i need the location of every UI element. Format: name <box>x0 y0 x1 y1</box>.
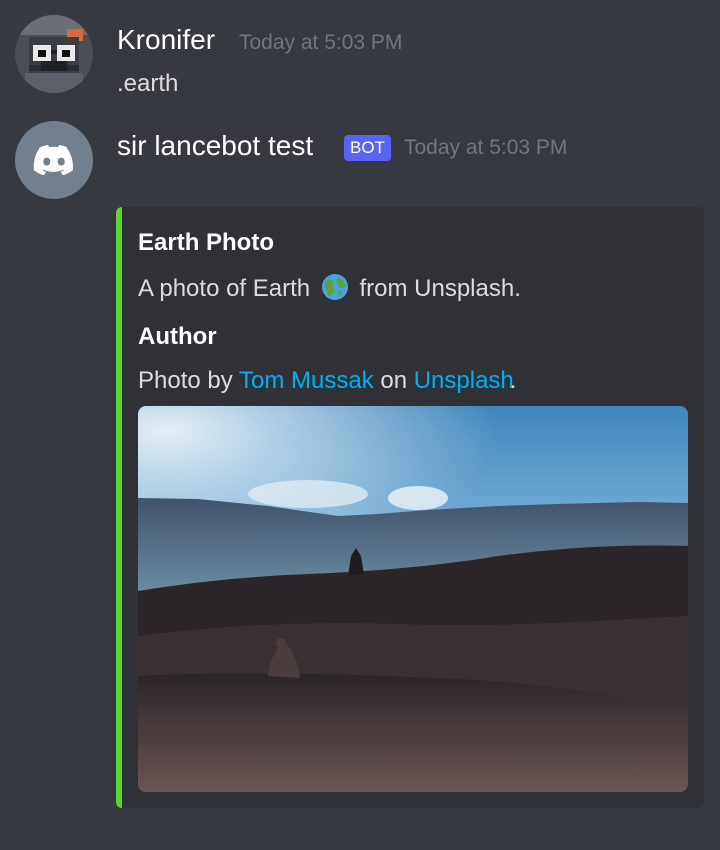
embed-description: A photo of Earth from Unsplash. <box>138 273 521 308</box>
timestamp[interactable]: Today at 5:03 PM <box>404 136 567 160</box>
field-text: . <box>509 367 517 394</box>
earth-globe-icon <box>321 273 349 308</box>
embed-accent-bar <box>116 207 122 808</box>
author-link[interactable]: Tom Mussak <box>239 367 374 394</box>
pixel-avatar-icon <box>15 15 93 93</box>
field-text: on <box>380 367 408 394</box>
description-text: from Unsplash. <box>359 275 521 302</box>
avatar-bot[interactable] <box>15 121 93 199</box>
field-value: Photo by Tom Mussak on Unsplash. <box>138 367 516 395</box>
timestamp[interactable]: Today at 5:03 PM <box>239 31 402 55</box>
message-content: .earth <box>117 70 179 97</box>
embed: Earth Photo A photo of Earth from Unspla… <box>116 207 704 808</box>
description-text: A photo of Earth <box>138 275 311 302</box>
field-name: Author <box>138 323 217 350</box>
username[interactable]: sir lancebot test <box>117 130 313 162</box>
unsplash-link[interactable]: Unsplash <box>414 367 514 394</box>
username[interactable]: Kronifer <box>117 24 215 56</box>
bot-tag: BOT <box>344 135 391 161</box>
embed-title: Earth Photo <box>138 229 274 256</box>
field-text: Photo by <box>138 367 233 394</box>
earth-landscape-image <box>138 406 688 792</box>
embed-image[interactable] <box>138 406 688 792</box>
avatar-kronifer[interactable] <box>15 15 93 93</box>
discord-logo-icon <box>33 144 73 176</box>
